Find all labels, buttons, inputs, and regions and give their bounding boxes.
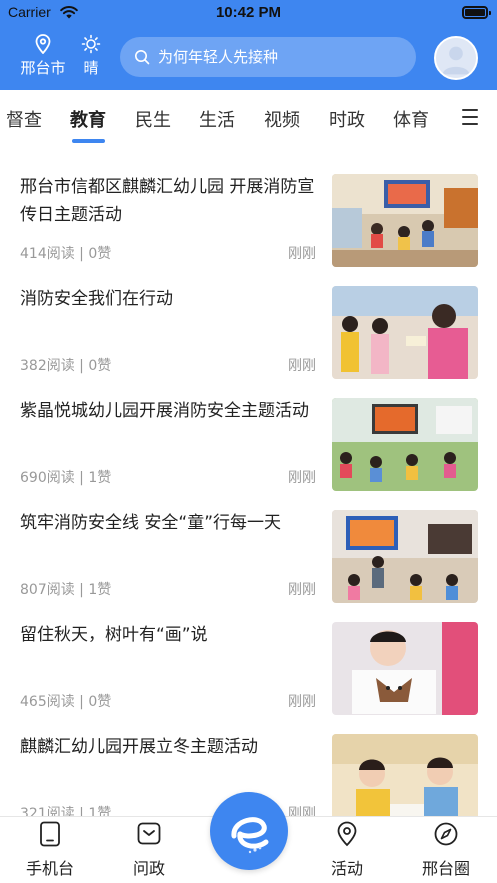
app-logo-button[interactable] <box>210 792 288 870</box>
news-time: 刚刚 <box>288 246 316 262</box>
news-item[interactable]: 紫晶悦城幼儿园开展消防安全主题活动 690阅读 | 1赞 刚刚 <box>0 394 497 494</box>
location-selector[interactable]: 邢台市 <box>16 34 70 78</box>
compass-icon <box>434 822 458 846</box>
news-thumbnail <box>332 622 478 715</box>
status-bar: Carrier 10:42 PM <box>0 0 497 26</box>
tab-label: 邢台圈 <box>421 859 470 878</box>
tab-邢台圈[interactable]: 邢台圈 <box>411 821 481 879</box>
tab-活动[interactable]: 活动 <box>312 821 382 879</box>
tab-民生[interactable]: 民生 <box>135 106 171 132</box>
tab-时政[interactable]: 时政 <box>329 106 365 132</box>
news-meta: 414阅读 | 0赞 <box>20 246 112 262</box>
news-time: 刚刚 <box>288 694 316 710</box>
news-item[interactable]: 邢台市信都区麒麟汇幼儿园 开展消防宣传日主题活动 414阅读 | 0赞 刚刚 <box>0 170 497 270</box>
tab-label: 问政 <box>132 859 165 878</box>
news-item[interactable]: 消防安全我们在行动 382阅读 | 0赞 刚刚 <box>0 282 497 382</box>
app-header: 邢台市 晴 <box>0 26 497 90</box>
category-tabs: 督查 教育 民生 生活 视频 时政 体育 <box>0 90 497 150</box>
news-time: 刚刚 <box>288 358 316 374</box>
location-icon <box>337 821 357 847</box>
tab-生活[interactable]: 生活 <box>199 106 235 132</box>
tab-label: 活动 <box>330 859 363 878</box>
news-title: 留住秋天，树叶有“画”说 <box>20 625 208 645</box>
tab-督查[interactable]: 督查 <box>6 106 42 132</box>
sun-icon <box>81 34 101 54</box>
news-meta: 465阅读 | 0赞 <box>20 694 112 710</box>
tab-问政[interactable]: 问政 <box>114 821 184 879</box>
tab-手机台[interactable]: 手机台 <box>15 821 85 879</box>
news-item[interactable]: 筑牢消防安全线 安全“童”行每一天 807阅读 | 1赞 刚刚 <box>0 506 497 606</box>
news-time: 刚刚 <box>288 582 316 598</box>
news-thumbnail <box>332 286 478 379</box>
news-title: 紫晶悦城幼儿园开展消防安全主题活动 <box>20 401 309 421</box>
news-item[interactable]: 留住秋天，树叶有“画”说 465阅读 | 0赞 刚刚 <box>0 618 497 718</box>
news-meta: 690阅读 | 1赞 <box>20 470 112 486</box>
active-tab-indicator <box>72 139 105 143</box>
phone-icon <box>40 821 60 847</box>
news-thumbnail <box>332 510 478 603</box>
tab-视频[interactable]: 视频 <box>264 106 300 132</box>
user-avatar-icon <box>436 38 476 78</box>
tab-教育[interactable]: 教育 <box>70 106 106 132</box>
battery-icon <box>462 6 491 19</box>
search-icon <box>135 50 150 65</box>
user-avatar[interactable] <box>434 36 478 80</box>
news-title: 消防安全我们在行动 <box>20 289 173 309</box>
location-label: 邢台市 <box>20 59 66 77</box>
news-meta: 382阅读 | 0赞 <box>20 358 112 374</box>
news-time: 刚刚 <box>288 470 316 486</box>
location-pin-icon <box>35 34 51 54</box>
news-thumbnail <box>332 398 478 491</box>
news-thumbnail <box>332 734 478 827</box>
search-bar[interactable] <box>120 37 416 77</box>
news-thumbnail <box>332 174 478 267</box>
hamburger-menu-icon[interactable] <box>462 109 478 127</box>
tab-体育[interactable]: 体育 <box>393 106 429 132</box>
news-title: 筑牢消防安全线 安全“童”行每一天 <box>20 513 282 533</box>
tab-label: 手机台 <box>25 859 74 878</box>
app-logo-e-icon <box>231 817 269 854</box>
clock: 10:42 PM <box>215 4 282 21</box>
message-icon <box>137 822 161 845</box>
weather-label: 晴 <box>83 59 99 77</box>
news-meta: 807阅读 | 1赞 <box>20 582 112 598</box>
news-title: 邢台市信都区麒麟汇幼儿园 开展消防宣传日主题活动 <box>20 177 315 225</box>
weather-widget[interactable]: 晴 <box>76 34 106 78</box>
search-input[interactable] <box>158 48 398 66</box>
news-title: 麒麟汇幼儿园开展立冬主题活动 <box>20 737 258 757</box>
